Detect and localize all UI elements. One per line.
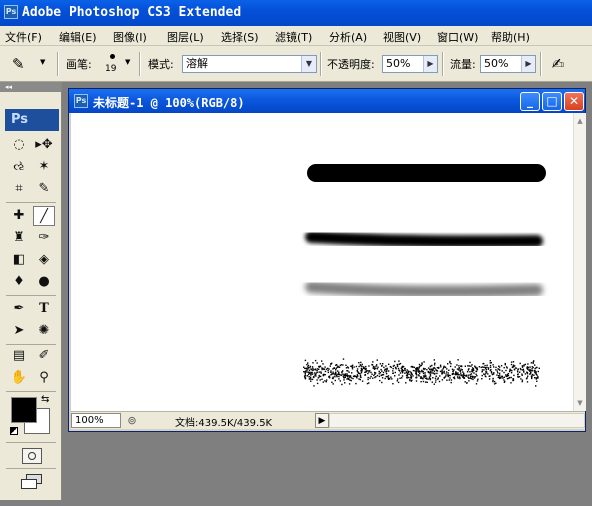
preset-dropdown-arrow-icon[interactable]: ▼: [40, 58, 45, 66]
menu-help[interactable]: 帮助(H): [491, 29, 530, 45]
opacity-label: 不透明度:: [327, 58, 375, 71]
toolbox-collapse-icon[interactable]: ◂◂: [0, 82, 61, 92]
flow-value: 50%: [484, 57, 509, 70]
app-title-bar: Ps Adobe Photoshop CS3 Extended: [0, 0, 592, 26]
document-title-bar[interactable]: Ps 未标题-1 @ 100%(RGB/8) _ □ ✕: [69, 89, 585, 113]
pen-tool-icon[interactable]: ✒: [8, 299, 30, 319]
type-tool-icon[interactable]: T: [33, 299, 55, 319]
menu-layer[interactable]: 图层(L): [167, 29, 204, 45]
clone-stamp-tool-icon[interactable]: ♜: [8, 228, 30, 248]
status-info-icon[interactable]: ⊚: [124, 413, 140, 428]
brush-tip-icon: [110, 54, 115, 59]
foreground-color-swatch[interactable]: [11, 397, 37, 423]
canvas[interactable]: [71, 113, 573, 411]
dodge-tool-icon[interactable]: ●: [33, 272, 55, 292]
toolbox-panel: ◂◂ Ps ◌ ▸✥ ઌ ✶ ⌗ ✎ ✚ ╱ ♜ ✑ ◧ ◈ ♦ ● ✒ T ➤…: [0, 82, 62, 500]
scroll-down-icon[interactable]: ▼: [574, 397, 586, 409]
menu-image[interactable]: 图像(I): [113, 29, 147, 45]
screen-mode-icon[interactable]: [20, 474, 44, 492]
lasso-tool-icon[interactable]: ઌ: [8, 157, 30, 177]
menu-analysis[interactable]: 分析(A): [329, 29, 367, 45]
default-colors-icon[interactable]: [10, 427, 18, 435]
vertical-scrollbar[interactable]: ▲ ▼: [573, 113, 586, 411]
quick-mask-icon[interactable]: [22, 448, 42, 464]
mode-value: 溶解: [186, 57, 208, 70]
slice-tool-icon[interactable]: ✎: [33, 179, 55, 199]
maximize-button[interactable]: □: [542, 92, 562, 111]
path-selection-tool-icon[interactable]: ➤: [8, 321, 30, 341]
airbrush-icon[interactable]: ✍: [546, 53, 570, 75]
mode-select[interactable]: 溶解 ▼: [182, 55, 317, 73]
brush-picker[interactable]: 19: [104, 50, 122, 78]
opacity-input[interactable]: 50% ▶: [382, 55, 438, 73]
magic-wand-tool-icon[interactable]: ✶: [33, 157, 55, 177]
toolbox-ps-badge[interactable]: Ps: [5, 109, 59, 131]
brush-preset-icon[interactable]: ✎: [12, 54, 38, 74]
custom-shape-tool-icon[interactable]: ✺: [33, 321, 55, 341]
gray-soft-stroke: [305, 281, 543, 298]
zoom-field[interactable]: 100%: [71, 413, 121, 428]
menu-filter[interactable]: 滤镜(T): [275, 29, 312, 45]
close-button[interactable]: ✕: [564, 92, 584, 111]
options-bar: ✎ ▼ 画笔: 19 ▼ 模式: 溶解 ▼ 不透明度: 50% ▶ 流量: 50…: [0, 46, 592, 82]
paint-bucket-tool-icon[interactable]: ◈: [33, 250, 55, 270]
blur-tool-icon[interactable]: ♦: [8, 272, 30, 292]
soft-black-stroke: [305, 231, 543, 248]
eraser-tool-icon[interactable]: ◧: [8, 250, 30, 270]
eyedropper-tool-icon[interactable]: ✐: [33, 346, 55, 366]
scroll-up-icon[interactable]: ▲: [574, 115, 586, 127]
swap-colors-icon[interactable]: ⇆: [41, 394, 49, 405]
photoshop-logo-icon: Ps: [4, 5, 18, 19]
flow-input[interactable]: 50% ▶: [480, 55, 536, 73]
hand-tool-icon[interactable]: ✋: [8, 368, 30, 388]
dissolve-stroke: [303, 358, 540, 387]
notes-tool-icon[interactable]: ▤: [8, 346, 30, 366]
menu-file[interactable]: 文件(F): [5, 29, 42, 45]
menu-select[interactable]: 选择(S): [221, 29, 259, 45]
mode-label: 模式:: [148, 58, 174, 71]
healing-brush-tool-icon[interactable]: ✚: [8, 206, 30, 226]
menu-view[interactable]: 视图(V): [383, 29, 421, 45]
brush-size: 19: [105, 64, 117, 74]
flow-slider-arrow-icon[interactable]: ▶: [521, 56, 535, 72]
marquee-tool-icon[interactable]: ◌: [8, 135, 30, 155]
document-window: Ps 未标题-1 @ 100%(RGB/8) _ □ ✕ ▲ ▼ 100% ⊚ …: [68, 88, 586, 432]
brush-strokes: [303, 164, 546, 387]
history-brush-tool-icon[interactable]: ✑: [33, 228, 55, 248]
opacity-value: 50%: [386, 57, 411, 70]
document-title: 未标题-1 @ 100%(RGB/8): [93, 96, 245, 110]
opacity-slider-arrow-icon[interactable]: ▶: [423, 56, 437, 72]
maximize-icon: □: [546, 94, 558, 108]
menu-edit[interactable]: 编辑(E): [59, 29, 97, 45]
app-title: Adobe Photoshop CS3 Extended: [22, 5, 242, 20]
zoom-tool-icon[interactable]: ⚲: [33, 368, 55, 388]
brush-label: 画笔:: [66, 58, 92, 71]
menu-bar: 文件(F) 编辑(E) 图像(I) 图层(L) 选择(S) 滤镜(T) 分析(A…: [0, 26, 592, 46]
crop-tool-icon[interactable]: ⌗: [8, 179, 30, 199]
close-icon: ✕: [568, 94, 580, 108]
minimize-button[interactable]: _: [520, 92, 540, 111]
brush-dropdown-arrow-icon[interactable]: ▼: [125, 58, 130, 66]
menu-window[interactable]: 窗口(W): [437, 29, 478, 45]
flow-label: 流量:: [450, 58, 476, 71]
move-tool-icon[interactable]: ▸✥: [33, 135, 55, 155]
horizontal-scrollbar[interactable]: [329, 413, 585, 428]
chevron-down-icon: ▼: [301, 56, 316, 72]
brush-tool-icon[interactable]: ╱: [33, 206, 55, 226]
document-info: 文档:439.5K/439.5K: [175, 418, 273, 429]
status-menu-arrow-icon[interactable]: ▶: [315, 413, 329, 428]
status-bar: 100% ⊚ 文档:439.5K/439.5K ▶: [71, 411, 585, 429]
document-logo-icon: Ps: [74, 94, 88, 108]
minimize-icon: _: [527, 94, 533, 108]
